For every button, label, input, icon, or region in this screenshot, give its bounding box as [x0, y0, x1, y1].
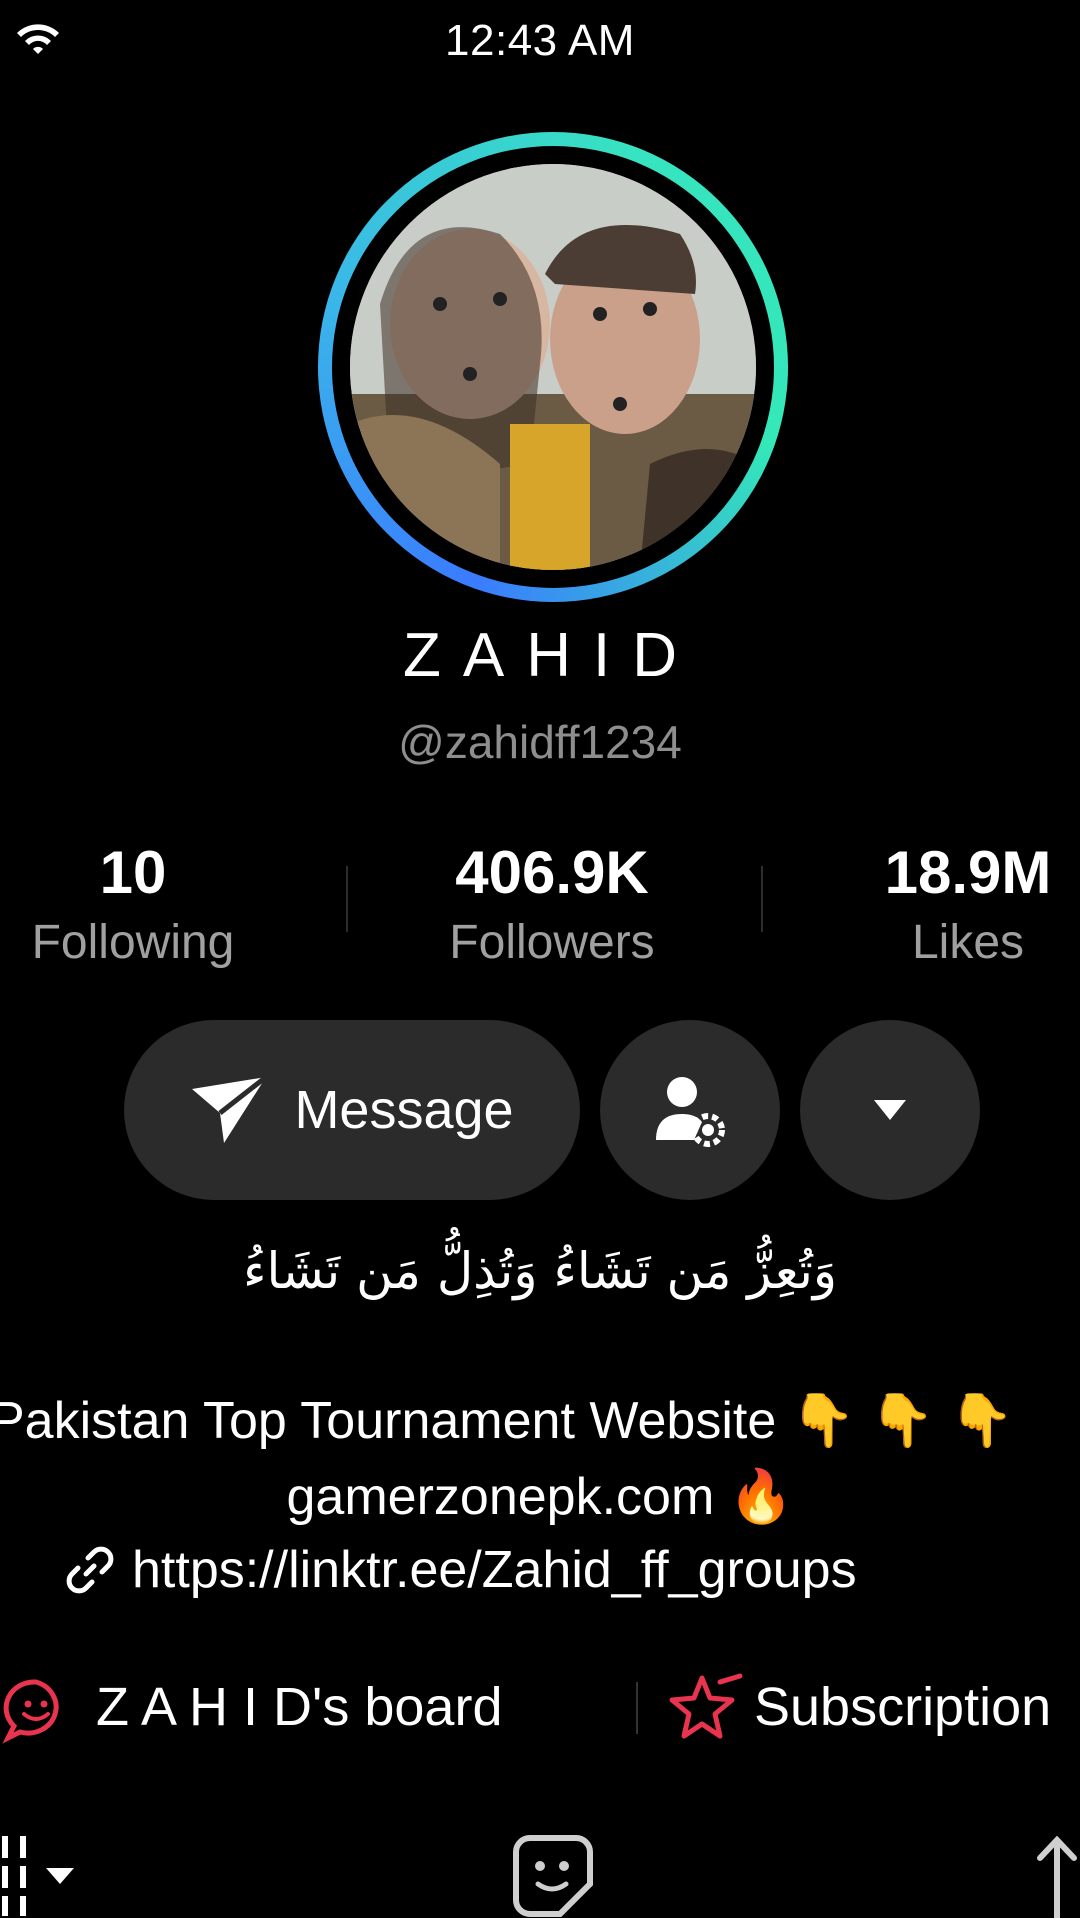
- following-count: 10: [99, 839, 167, 906]
- status-time: 12:43 AM: [445, 16, 635, 65]
- repost-icon[interactable]: [1034, 1836, 1080, 1918]
- following-label: Following: [31, 916, 235, 969]
- board-icon[interactable]: [2, 1676, 70, 1744]
- display-name: ZAHID: [403, 621, 699, 690]
- grid-icon: [2, 1836, 26, 1916]
- user-settings-icon: [656, 1077, 725, 1147]
- tab-videos[interactable]: [0, 1836, 76, 1916]
- tab-sticker[interactable]: [512, 1834, 594, 1918]
- bio-line: Pakistan Top Tournament Website 👇 👇 👇: [0, 1392, 1014, 1450]
- stat-divider: [761, 866, 763, 932]
- message-button[interactable]: Message: [124, 1020, 580, 1200]
- bio-link[interactable]: https://linktr.ee/Zahid_ff_groups: [132, 1540, 857, 1600]
- stat-followers[interactable]: 406.9K Followers: [402, 838, 702, 970]
- bio-line: gamerzonepk.com 🔥: [286, 1468, 794, 1526]
- stat-likes[interactable]: 18.9M Likes: [818, 838, 1080, 970]
- avatar[interactable]: [350, 164, 756, 570]
- send-icon: [192, 1075, 268, 1143]
- chevron-down-icon: [46, 1868, 74, 1884]
- bio-arabic-text: وَتُعِزُّ مَن تَشَاءُ وَتُذِلُّ مَن تَشَ…: [242, 1242, 838, 1300]
- followers-label: Followers: [449, 916, 655, 969]
- stat-following[interactable]: 10 Following: [0, 838, 283, 970]
- more-options-button[interactable]: [800, 1020, 980, 1200]
- message-label: Message: [294, 1080, 514, 1140]
- followers-count: 406.9K: [455, 839, 649, 906]
- bio-link-row[interactable]: https://linktr.ee/Zahid_ff_groups: [64, 1540, 857, 1600]
- likes-count: 18.9M: [884, 839, 1052, 906]
- avatar-photo: [350, 164, 756, 570]
- shortcut-divider: [636, 1682, 638, 1734]
- subscription-star-icon[interactable]: [668, 1672, 744, 1746]
- friend-settings-button[interactable]: [600, 1020, 780, 1200]
- subscription-label[interactable]: Subscription: [754, 1676, 1051, 1738]
- username: @zahidff1234: [398, 716, 682, 768]
- stat-divider: [346, 866, 348, 932]
- likes-label: Likes: [911, 916, 1025, 969]
- link-icon: [66, 1546, 114, 1594]
- board-label[interactable]: Z A H I D's board: [96, 1676, 502, 1738]
- chevron-down-icon: [874, 1100, 906, 1120]
